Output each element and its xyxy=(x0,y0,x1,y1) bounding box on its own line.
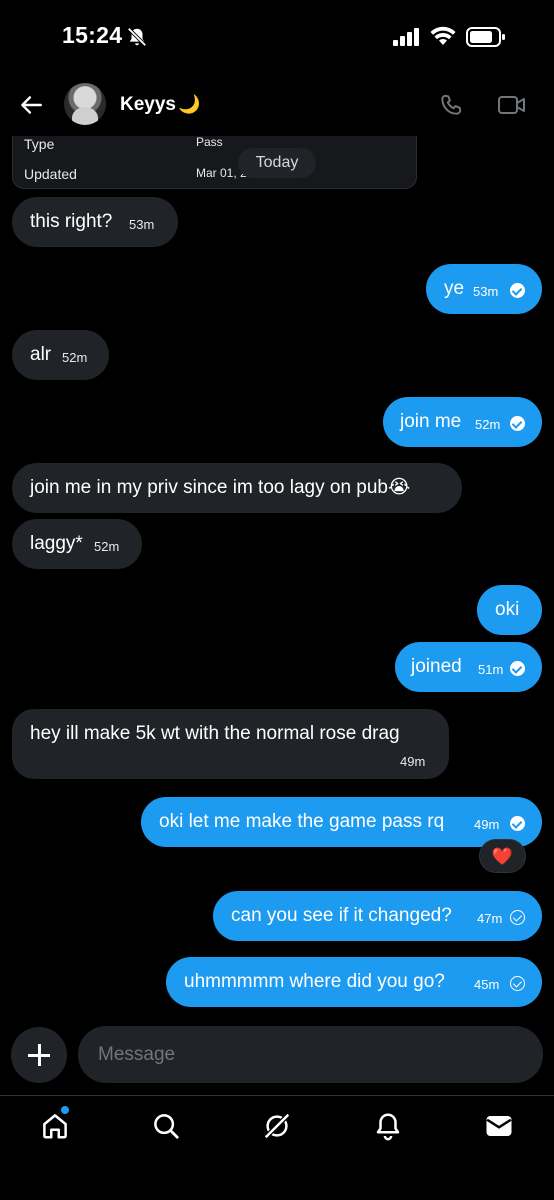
message-outgoing[interactable]: oki let me make the game pass rq 49m xyxy=(141,797,542,847)
message-time: 52m xyxy=(475,417,501,432)
heart-reaction[interactable]: ❤️ xyxy=(479,839,526,873)
message-outgoing[interactable]: joined 51m xyxy=(395,642,542,692)
home-icon[interactable] xyxy=(40,1111,70,1146)
sent-check-icon xyxy=(510,976,525,991)
chat-header: Keyys 🌙 xyxy=(0,70,554,136)
message-time: 53m xyxy=(473,284,499,299)
status-time: 15:24 xyxy=(62,22,123,48)
read-check-icon xyxy=(510,816,525,831)
home-notification-dot xyxy=(61,1106,69,1114)
bell-muted-icon xyxy=(126,26,148,53)
contact-name[interactable]: Keyys 🌙 xyxy=(120,94,200,116)
message-incoming[interactable]: join me in my priv since im too lagy on … xyxy=(12,463,462,513)
message-time: 47m xyxy=(477,911,503,926)
read-check-icon xyxy=(510,661,525,676)
back-arrow-icon[interactable] xyxy=(18,92,44,123)
moon-emoji: 🌙 xyxy=(178,94,201,114)
message-text: ye xyxy=(444,278,465,299)
message-outgoing[interactable]: oki xyxy=(477,585,542,635)
message-time: 53m xyxy=(129,217,155,232)
message-text: this right? xyxy=(30,211,113,232)
message-text: join me in my priv since im too lagy on … xyxy=(30,477,411,498)
message-outgoing[interactable]: can you see if it changed? 47m xyxy=(213,891,542,941)
message-incoming[interactable]: alr 52m xyxy=(12,330,109,380)
wifi-icon xyxy=(430,26,456,51)
search-icon[interactable] xyxy=(151,1111,181,1146)
message-text: joined xyxy=(411,656,462,677)
message-text: oki xyxy=(495,599,520,620)
sent-check-icon xyxy=(510,910,525,925)
video-call-icon[interactable] xyxy=(497,94,527,121)
message-outgoing[interactable]: ye 53m xyxy=(426,264,542,314)
read-check-icon xyxy=(510,283,525,298)
avatar[interactable] xyxy=(64,83,106,125)
phone-call-icon[interactable] xyxy=(438,92,464,123)
status-bar: 15:24 xyxy=(0,0,554,70)
read-check-icon xyxy=(510,416,525,431)
message-time: 45m xyxy=(474,977,500,992)
grok-icon[interactable] xyxy=(262,1111,292,1146)
message-input[interactable] xyxy=(78,1026,543,1083)
contact-name-text: Keyys xyxy=(120,94,176,115)
message-text: can you see if it changed? xyxy=(231,905,452,926)
notifications-bell-icon[interactable] xyxy=(373,1111,403,1146)
card-updated-label: Updated xyxy=(24,166,77,182)
message-text: uhmmmmm where did you go? xyxy=(184,971,445,992)
add-attachment-button[interactable] xyxy=(11,1027,67,1083)
message-outgoing[interactable]: uhmmmmm where did you go? 45m xyxy=(166,957,542,1007)
bottom-navigation xyxy=(0,1095,554,1200)
card-type-label: Type xyxy=(24,136,55,152)
date-divider: Today xyxy=(238,148,316,178)
message-outgoing[interactable]: join me 52m xyxy=(383,397,542,447)
cellular-signal-icon xyxy=(393,28,421,51)
message-text: laggy* xyxy=(30,533,83,554)
message-time: 51m xyxy=(478,662,504,677)
message-text: hey ill make 5k wt with the normal rose … xyxy=(30,723,400,744)
message-time: 52m xyxy=(94,539,120,554)
card-type-value: Pass xyxy=(196,135,223,149)
message-text: alr xyxy=(30,344,52,365)
message-time: 52m xyxy=(62,350,88,365)
message-text: join me xyxy=(400,411,462,432)
message-incoming[interactable]: hey ill make 5k wt with the normal rose … xyxy=(12,709,449,779)
message-time: 49m xyxy=(400,754,426,769)
message-incoming[interactable]: laggy* 52m xyxy=(12,519,142,569)
message-text: oki let me make the game pass rq xyxy=(159,811,445,832)
battery-icon xyxy=(466,27,506,52)
messages-envelope-icon[interactable] xyxy=(484,1111,514,1146)
message-incoming[interactable]: this right? 53m xyxy=(12,197,178,247)
